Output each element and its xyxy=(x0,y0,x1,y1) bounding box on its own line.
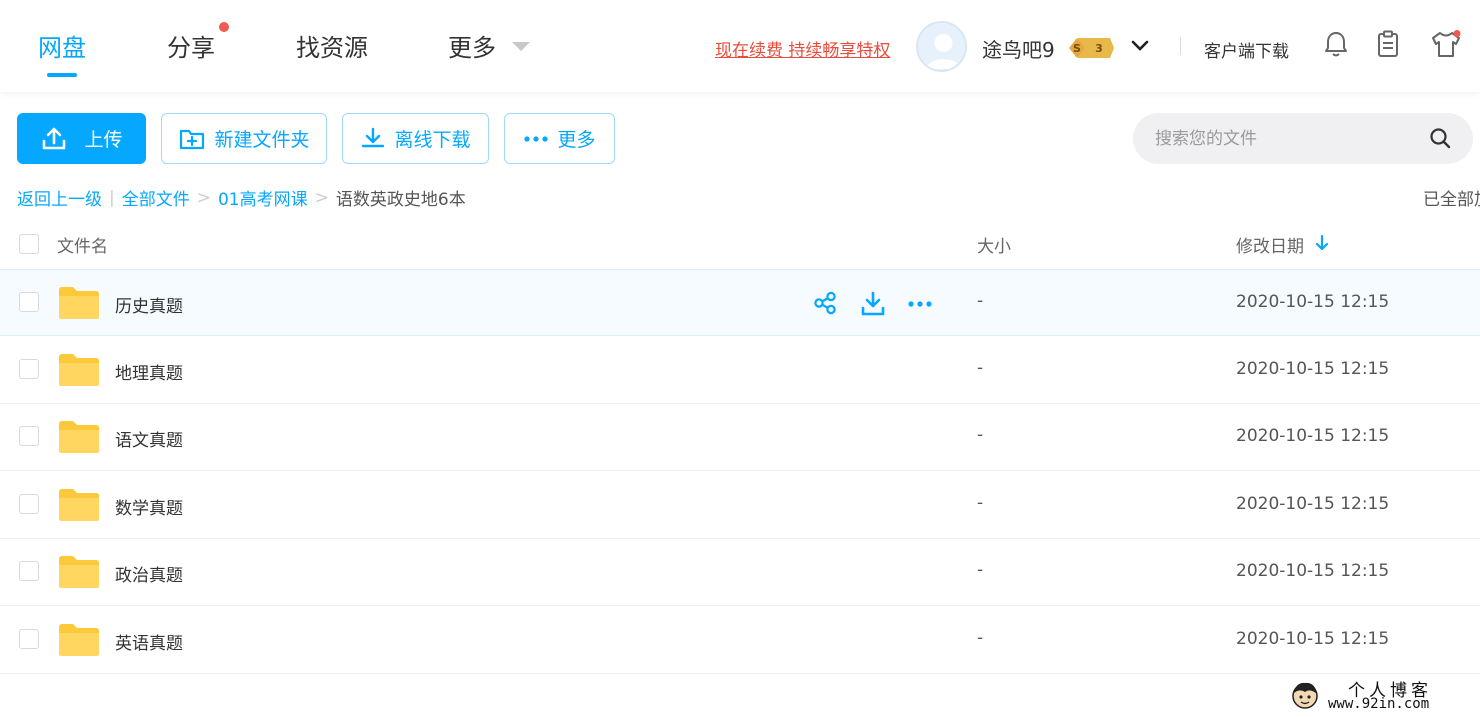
file-modified-date: 2020-10-15 12:15 xyxy=(1236,561,1390,581)
back-link[interactable]: 返回上一级 xyxy=(17,185,102,210)
file-size: - xyxy=(977,560,984,580)
table-row[interactable]: 语文真题 - 2020-10-15 12:15 xyxy=(0,404,1480,471)
folder-icon xyxy=(59,354,99,386)
client-download-link[interactable]: 客户端下载 xyxy=(1204,37,1289,62)
folder-icon xyxy=(59,421,99,453)
file-size: - xyxy=(977,628,984,648)
file-size: - xyxy=(977,493,984,513)
svg-text:S: S xyxy=(1073,42,1081,55)
more-actions-button[interactable]: 更多 xyxy=(504,113,615,164)
share-notification-dot xyxy=(219,22,229,32)
upload-label: 上传 xyxy=(84,129,123,151)
chevron-down-icon[interactable] xyxy=(1130,36,1150,56)
table-row[interactable]: 地理真题 - 2020-10-15 12:15 xyxy=(0,337,1480,404)
row-checkbox[interactable] xyxy=(19,426,39,446)
divider xyxy=(1180,37,1181,55)
vip-level: 3 xyxy=(1095,42,1103,55)
search-box[interactable] xyxy=(1133,113,1473,164)
offline-download-button[interactable]: 离线下载 xyxy=(342,113,489,164)
upload-icon xyxy=(43,127,66,149)
folder-icon xyxy=(59,556,99,588)
download-icon[interactable] xyxy=(860,291,886,317)
sort-descending-icon[interactable] xyxy=(1315,234,1329,252)
row-checkbox[interactable] xyxy=(19,629,39,649)
file-name[interactable]: 历史真题 xyxy=(115,292,183,317)
file-name[interactable]: 政治真题 xyxy=(115,561,183,586)
nav-tab-share[interactable]: 分享 xyxy=(167,28,215,63)
nav-tab-more[interactable]: 更多 xyxy=(448,28,496,63)
file-name[interactable]: 语文真题 xyxy=(115,426,183,451)
blog-watermark: 个人博客 www.92in.com xyxy=(1288,674,1478,716)
mascot-logo-icon xyxy=(1292,682,1318,709)
more-dots-icon xyxy=(524,135,549,142)
row-checkbox[interactable] xyxy=(19,292,39,312)
file-size: - xyxy=(977,425,984,445)
clipboard-icon[interactable] xyxy=(1376,30,1400,58)
row-checkbox[interactable] xyxy=(19,359,39,379)
file-modified-date: 2020-10-15 12:15 xyxy=(1236,426,1390,446)
bell-icon[interactable] xyxy=(1323,30,1349,58)
file-name[interactable]: 英语真题 xyxy=(115,629,183,654)
select-all-checkbox[interactable] xyxy=(19,234,39,254)
file-size: - xyxy=(977,358,984,378)
new-folder-button[interactable]: 新建文件夹 xyxy=(161,113,327,164)
file-name[interactable]: 地理真题 xyxy=(115,359,183,384)
column-header-modified[interactable]: 修改日期 xyxy=(1236,232,1304,257)
nav-tab-netdisk[interactable]: 网盘 xyxy=(38,28,86,63)
file-modified-date: 2020-10-15 12:15 xyxy=(1236,629,1390,649)
breadcrumb-parent-folder[interactable]: 01高考网课 xyxy=(218,185,308,210)
search-input[interactable] xyxy=(1155,113,1425,164)
new-folder-icon xyxy=(180,129,205,149)
file-name[interactable]: 数学真题 xyxy=(115,494,183,519)
renew-membership-link[interactable]: 现在续费 持续畅享特权 xyxy=(715,36,890,61)
upload-button[interactable]: 上传 xyxy=(17,113,146,164)
search-icon[interactable] xyxy=(1429,127,1451,149)
file-modified-date: 2020-10-15 12:15 xyxy=(1236,292,1390,312)
load-status-text: 已全部加载 xyxy=(1423,190,1480,210)
row-checkbox[interactable] xyxy=(19,561,39,581)
file-size: - xyxy=(977,291,984,311)
folder-icon xyxy=(59,489,99,521)
breadcrumb-current: 语数英政史地6本 xyxy=(335,190,466,210)
download-icon xyxy=(362,127,385,147)
offline-download-label: 离线下载 xyxy=(394,129,471,151)
more-dots-icon[interactable] xyxy=(907,299,933,309)
more-caret-icon[interactable] xyxy=(512,42,530,51)
username[interactable]: 途鸟吧9 xyxy=(982,34,1055,63)
file-modified-date: 2020-10-15 12:15 xyxy=(1236,359,1390,379)
table-row[interactable]: 政治真题 - 2020-10-15 12:15 xyxy=(0,539,1480,606)
folder-icon xyxy=(59,624,99,656)
vip-badge: S 3 xyxy=(1066,36,1116,64)
top-navigation-bar: 网盘 分享 找资源 更多 现在续费 持续畅享特权 途鸟吧9 S 3 客户端下载 xyxy=(0,0,1480,92)
column-header-name[interactable]: 文件名 xyxy=(57,232,108,257)
active-tab-indicator xyxy=(47,73,77,77)
watermark-url: www.92in.com xyxy=(1328,696,1430,712)
row-checkbox[interactable] xyxy=(19,494,39,514)
breadcrumb-all-files[interactable]: 全部文件 xyxy=(122,185,190,210)
breadcrumb-separator: > xyxy=(196,187,211,208)
shirt-icon[interactable] xyxy=(1430,30,1462,58)
breadcrumb-separator: > xyxy=(314,187,329,208)
folder-icon xyxy=(59,287,99,319)
share-icon[interactable] xyxy=(813,291,837,315)
table-row[interactable]: 数学真题 - 2020-10-15 12:15 xyxy=(0,472,1480,539)
new-folder-label: 新建文件夹 xyxy=(214,129,310,151)
breadcrumb: 返回上一级 | 全部文件 > 01高考网课 > 语数英政史地6本 xyxy=(17,185,466,211)
table-row[interactable]: 英语真题 - 2020-10-15 12:15 xyxy=(0,607,1480,674)
column-header-size[interactable]: 大小 xyxy=(977,232,1011,257)
more-actions-label: 更多 xyxy=(557,129,596,151)
table-header: 文件名 大小 修改日期 xyxy=(0,218,1480,270)
breadcrumb-divider: | xyxy=(109,187,115,208)
table-row[interactable]: 历史真题 - 2020-10-15 12:15 xyxy=(0,269,1480,336)
file-modified-date: 2020-10-15 12:15 xyxy=(1236,494,1390,514)
nav-tab-find-resources[interactable]: 找资源 xyxy=(296,28,368,63)
avatar[interactable] xyxy=(916,21,967,72)
